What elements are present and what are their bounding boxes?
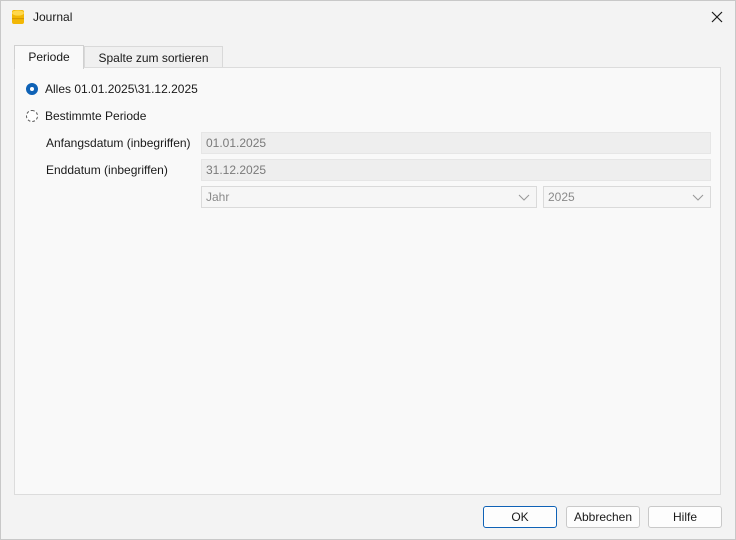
ok-button-label: OK: [511, 510, 529, 524]
cancel-button[interactable]: Abbrechen: [566, 506, 640, 528]
radio-all-label: Alles 01.01.2025\31.12.2025: [45, 82, 198, 96]
period-type-select[interactable]: Jahr: [201, 186, 537, 208]
end-date-field[interactable]: 31.12.2025: [201, 159, 711, 181]
title-bar: Journal: [1, 1, 735, 33]
close-button[interactable]: [699, 1, 735, 33]
tab-periode[interactable]: Periode: [14, 45, 84, 69]
radio-specific-period[interactable]: Bestimmte Periode: [26, 109, 146, 123]
help-button[interactable]: Hilfe: [648, 506, 722, 528]
close-icon: [711, 11, 723, 23]
end-date-value: 31.12.2025: [206, 163, 267, 177]
start-date-field[interactable]: 01.01.2025: [201, 132, 711, 154]
journal-dialog: Journal Periode Spalte zum sortieren All…: [0, 0, 736, 540]
cancel-button-label: Abbrechen: [573, 510, 633, 524]
year-value: 2025: [548, 190, 575, 204]
year-select[interactable]: 2025: [543, 186, 711, 208]
tab-label: Periode: [28, 50, 70, 64]
end-date-label: Enddatum (inbegriffen): [46, 163, 168, 177]
radio-button-selected[interactable]: [26, 83, 38, 95]
period-type-value: Jahr: [206, 190, 230, 204]
tab-label: Spalte zum sortieren: [98, 51, 209, 65]
chevron-down-icon: [518, 194, 530, 201]
window-title: Journal: [33, 10, 73, 24]
start-date-value: 01.01.2025: [206, 136, 267, 150]
ok-button[interactable]: OK: [483, 506, 557, 528]
journal-app-icon: [11, 9, 25, 25]
start-date-label: Anfangsdatum (inbegriffen): [46, 136, 191, 150]
radio-all-period[interactable]: Alles 01.01.2025\31.12.2025: [26, 82, 198, 96]
help-button-label: Hilfe: [672, 510, 697, 524]
period-panel: Alles 01.01.2025\31.12.2025 Bestimmte Pe…: [14, 67, 721, 495]
radio-specific-label: Bestimmte Periode: [45, 109, 147, 123]
radio-button-unselected[interactable]: [26, 110, 38, 122]
tab-spalte-zum-sortieren[interactable]: Spalte zum sortieren: [84, 46, 223, 68]
chevron-down-icon: [692, 194, 704, 201]
